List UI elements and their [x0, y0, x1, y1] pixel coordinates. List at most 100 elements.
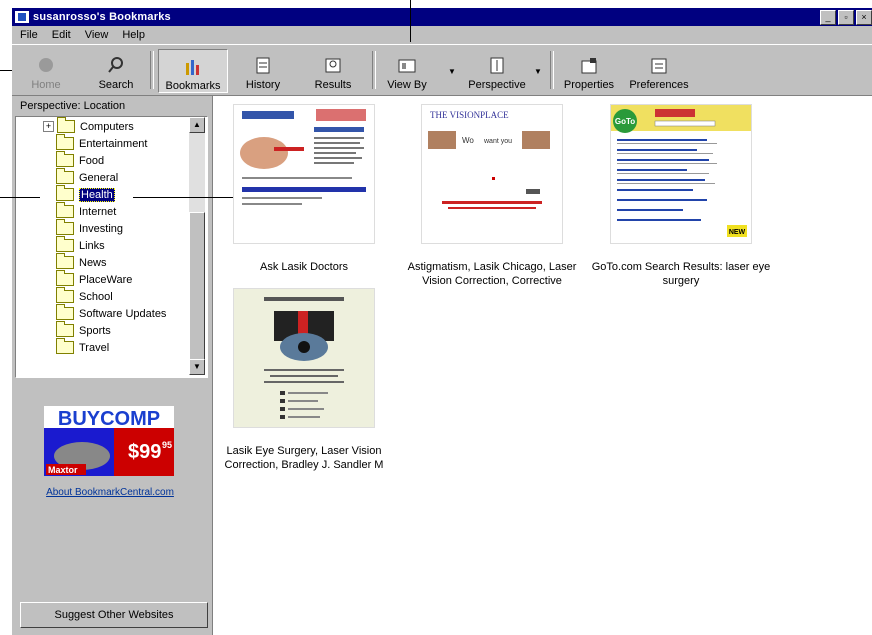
title-bar[interactable]: susanrosso's Bookmarks _ ▫ ×	[12, 8, 872, 26]
ad-brand: BUYCOMP	[58, 408, 160, 430]
scroll-thumb[interactable]	[189, 212, 205, 367]
tree-item-food[interactable]: Food	[56, 151, 105, 169]
tree-item-label: Entertainment	[79, 137, 148, 150]
folder-icon	[56, 287, 74, 303]
tree-item-investing[interactable]: Investing	[56, 219, 123, 237]
preferences-label: Preferences	[629, 79, 689, 91]
suggest-websites-button[interactable]: Suggest Other Websites	[20, 602, 208, 628]
home-label: Home	[31, 79, 61, 91]
bookmarks-label: Bookmarks	[165, 80, 221, 92]
properties-label: Properties	[563, 79, 615, 91]
view-by-icon	[398, 59, 416, 73]
preferences-button[interactable]: Preferences	[624, 49, 694, 91]
tree-item-placeware[interactable]: PlaceWare	[56, 270, 133, 288]
home-icon	[39, 58, 53, 72]
perspective-label: Perspective	[468, 79, 526, 91]
tree-item-links[interactable]: Links	[56, 236, 105, 254]
expand-icon[interactable]: +	[43, 121, 54, 132]
tree-item-health[interactable]: Health	[56, 185, 115, 203]
tree-scrollbar[interactable]: ▲ ▼	[189, 117, 205, 375]
toolbar: Home Search Bookmarks History Results Vi…	[12, 44, 872, 96]
menu-view[interactable]: View	[85, 29, 109, 41]
scroll-down-button[interactable]: ▼	[189, 359, 205, 375]
folder-icon	[56, 253, 74, 269]
tree-item-label: PlaceWare	[79, 273, 133, 286]
folder-icon	[56, 151, 74, 167]
ad-price: $99	[128, 441, 161, 463]
properties-icon	[581, 58, 597, 74]
history-button[interactable]: History	[240, 49, 286, 91]
tree-item-label: School	[79, 290, 113, 303]
tree-item-travel[interactable]: Travel	[56, 338, 110, 356]
tree-item-label: Food	[79, 154, 105, 167]
tree-item-sports[interactable]: Sports	[56, 321, 111, 339]
bookmark-thumbnail[interactable]: GoTo NEW	[610, 104, 752, 244]
tree-item-label: Sports	[79, 324, 111, 337]
buycomp-ad-banner[interactable]: BUYCOMP Maxtor $99 95	[44, 406, 174, 476]
folder-icon	[57, 117, 75, 133]
minimize-button[interactable]: _	[820, 10, 836, 25]
sidebar: Perspective: Location + Computers Entert…	[12, 96, 213, 635]
bookmarks-view[interactable]: Ask Lasik Doctors THE VISIONPLACE Wo wan…	[214, 96, 872, 635]
callout-line	[0, 197, 40, 198]
tree-item-news[interactable]: News	[56, 253, 107, 271]
bookmark-thumbnail[interactable]: THE VISIONPLACE Wo want you	[421, 104, 563, 244]
folder-icon	[56, 168, 74, 184]
menu-help[interactable]: Help	[122, 29, 145, 41]
thumb-goto-logo: GoTo	[615, 117, 635, 126]
search-label: Search	[98, 79, 134, 91]
perspective-button[interactable]: Perspective	[462, 49, 532, 91]
tree-item-internet[interactable]: Internet	[56, 202, 117, 220]
view-by-button[interactable]: View By	[382, 49, 432, 91]
folder-tree[interactable]: + Computers Entertainment Food General H…	[15, 116, 208, 378]
callout-line	[410, 0, 411, 42]
tree-item-computers[interactable]: + Computers	[43, 117, 134, 135]
view-by-dropdown-arrow[interactable]: ▼	[448, 67, 456, 76]
close-button[interactable]: ×	[856, 10, 872, 25]
scroll-up-button[interactable]: ▲	[189, 117, 205, 133]
tree-item-software-updates[interactable]: Software Updates	[56, 304, 166, 322]
results-label: Results	[314, 79, 352, 91]
open-folder-icon	[56, 185, 74, 201]
thumb-word2: want you	[483, 138, 512, 145]
maximize-button[interactable]: ▫	[838, 10, 854, 25]
results-button[interactable]: Results	[310, 49, 356, 91]
folder-icon	[56, 202, 74, 218]
tree-item-entertainment[interactable]: Entertainment	[56, 134, 148, 152]
bookmark-card[interactable]: Lasik Eye Surgery, Laser Vision Correcti…	[214, 288, 394, 472]
menu-bar: File Edit View Help	[12, 26, 872, 44]
perspective-dropdown-arrow[interactable]: ▼	[534, 67, 542, 76]
perspective-label: Perspective: Location	[20, 100, 126, 112]
folder-icon	[56, 304, 74, 320]
menu-file[interactable]: File	[20, 29, 38, 41]
tree-item-school[interactable]: School	[56, 287, 113, 305]
bookmark-card[interactable]: GoTo NEW GoTo.com Search Results: laser …	[591, 104, 771, 288]
toolbar-separator	[150, 51, 154, 89]
preferences-icon	[651, 58, 667, 74]
folder-icon	[56, 338, 74, 354]
bookmark-thumbnail[interactable]	[233, 104, 375, 244]
folder-icon	[56, 134, 74, 150]
about-link[interactable]: About BookmarkCentral.com	[12, 487, 208, 498]
app-icon	[15, 11, 29, 23]
properties-button[interactable]: Properties	[560, 49, 618, 91]
tree-item-label: Internet	[79, 205, 117, 218]
thumb-visionplace-logo: THE VISIONPLACE	[430, 110, 509, 120]
toolbar-separator	[550, 51, 554, 89]
menu-edit[interactable]: Edit	[52, 29, 71, 41]
bookmark-card[interactable]: Ask Lasik Doctors	[214, 104, 394, 274]
bookmark-card[interactable]: THE VISIONPLACE Wo want you Astigmatism,…	[402, 104, 582, 288]
bookmark-thumbnail[interactable]	[233, 288, 375, 428]
tree-item-label: General	[79, 171, 119, 184]
home-button[interactable]: Home	[26, 49, 66, 91]
search-button[interactable]: Search	[94, 49, 138, 91]
view-by-label: View By	[387, 79, 427, 91]
folder-icon	[56, 321, 74, 337]
ad-price-cents: 95	[162, 440, 172, 450]
bookmark-title: Astigmatism, Lasik Chicago, Laser Vision…	[407, 261, 577, 287]
bookmarks-button[interactable]: Bookmarks	[158, 49, 228, 93]
tree-item-label: News	[79, 256, 107, 269]
thumb-word: Wo	[462, 136, 474, 145]
tree-item-general[interactable]: General	[56, 168, 119, 186]
tree-item-label: Travel	[79, 341, 110, 354]
